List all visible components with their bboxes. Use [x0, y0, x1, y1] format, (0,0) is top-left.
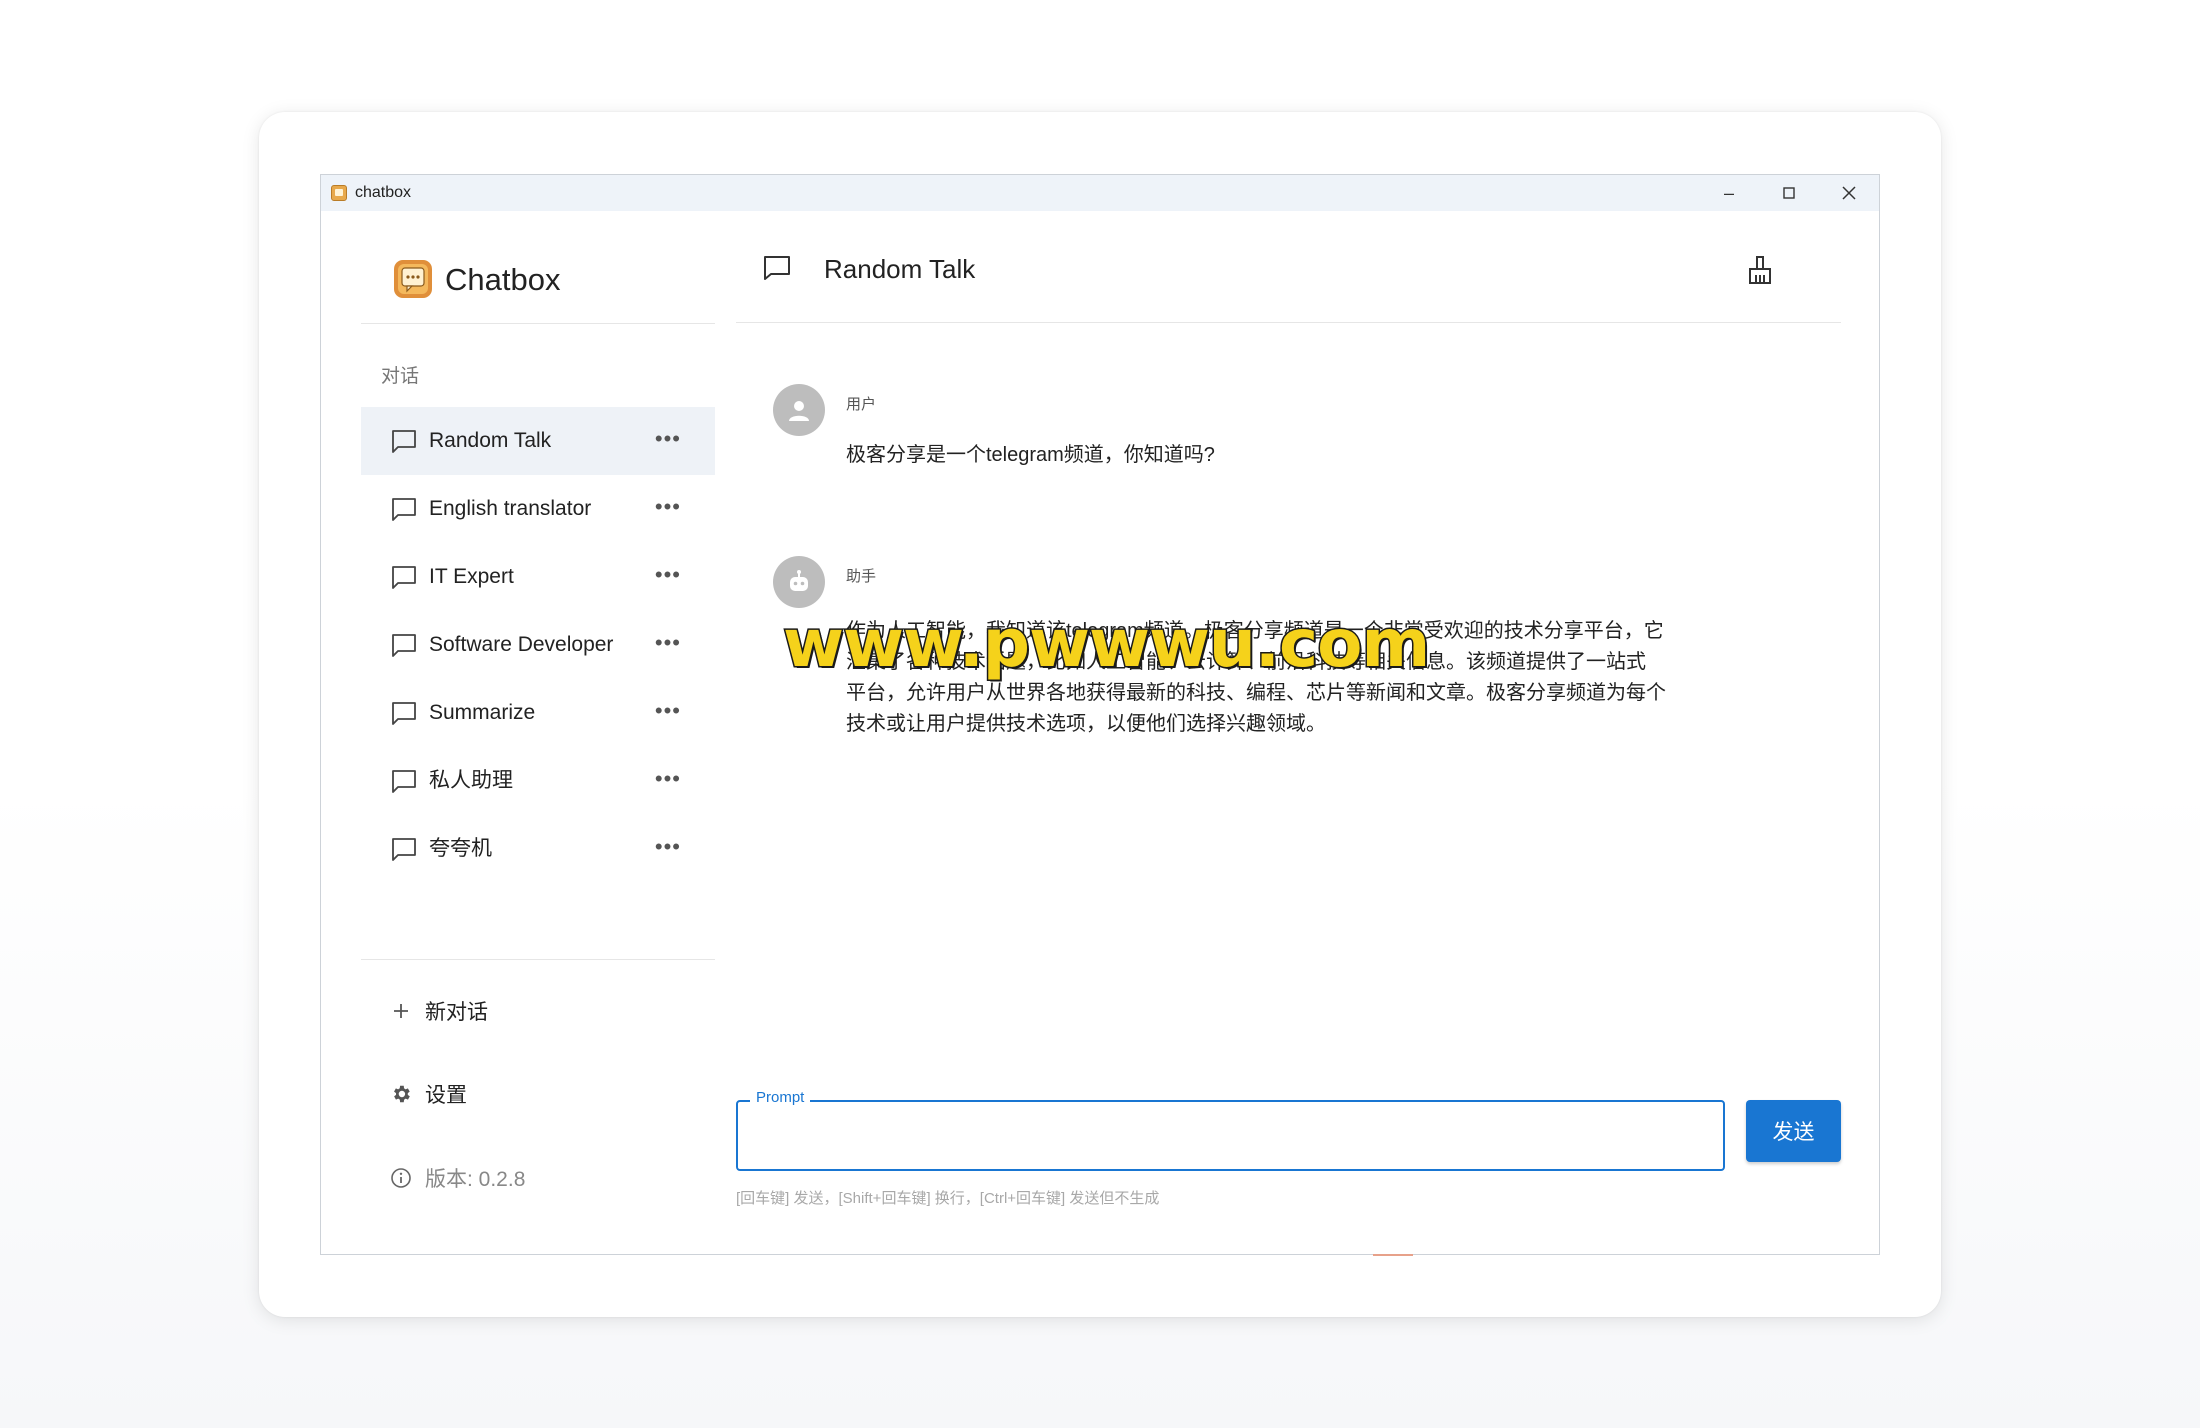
send-button[interactable]: 发送 — [1746, 1100, 1841, 1162]
keyboard-hint: [回车键] 发送，[Shift+回车键] 换行，[Ctrl+回车键] 发送但不生… — [736, 1190, 1160, 1207]
window-title: chatbox — [355, 184, 412, 201]
conversation-label: 夸夸机 — [429, 837, 492, 860]
conversation-item-random-talk[interactable]: Random Talk ••• — [361, 407, 715, 475]
close-button[interactable] — [1819, 175, 1879, 211]
conversation-label: Software Developer — [429, 633, 614, 656]
more-options-icon[interactable]: ••• — [655, 475, 681, 539]
chat-bubble-icon — [392, 430, 416, 453]
settings-button[interactable]: 设置 — [389, 1074, 467, 1114]
app-name: Chatbox — [445, 262, 561, 297]
more-options-icon[interactable]: ••• — [655, 815, 681, 879]
maximize-button[interactable] — [1759, 175, 1819, 211]
assistant-avatar — [773, 556, 825, 608]
more-options-icon[interactable]: ••• — [655, 407, 681, 471]
message-line: 平台，允许用户从世界各地获得最新的科技、编程、芯片等新闻和文章。极客分享频道为每… — [846, 682, 1666, 704]
version-info: 版本: 0.2.8 — [389, 1158, 525, 1198]
more-options-icon[interactable]: ••• — [655, 543, 681, 607]
chat-bubble-icon — [392, 838, 416, 861]
plus-icon — [389, 999, 413, 1023]
prompt-label: Prompt — [750, 1089, 811, 1106]
app-icon — [331, 185, 347, 201]
conversation-title: Random Talk — [824, 254, 976, 284]
message-role: 助手 — [846, 568, 877, 585]
settings-label: 设置 — [425, 1084, 467, 1107]
conversation-item-it-expert[interactable]: IT Expert ••• — [361, 543, 715, 611]
sidebar-divider — [361, 959, 715, 960]
scroll-indicator — [1373, 1254, 1413, 1256]
section-label: 对话 — [381, 366, 420, 387]
conversation-item-praise-bot[interactable]: 夸夸机 ••• — [361, 815, 715, 883]
message-role: 用户 — [846, 396, 877, 413]
broom-clean-icon[interactable] — [1746, 255, 1774, 285]
conversation-label: 私人助理 — [429, 769, 513, 792]
conversation-label: English translator — [429, 497, 592, 520]
sidebar-divider — [361, 323, 715, 324]
info-icon — [389, 1166, 413, 1190]
message-line: 技术或让用户提供技术选项，以便他们选择兴趣领域。 — [846, 713, 1326, 735]
watermark: www.pwwwu.com — [781, 604, 1431, 684]
more-options-icon[interactable]: ••• — [655, 747, 681, 811]
robot-icon — [790, 570, 808, 591]
person-icon — [789, 401, 809, 421]
chat-bubble-icon — [392, 634, 416, 657]
chat-bubble-icon — [392, 566, 416, 589]
prompt-field[interactable] — [736, 1100, 1725, 1171]
chat-bubble-icon — [392, 498, 416, 521]
chatbox-logo-icon — [394, 260, 432, 298]
chat-bubble-icon — [764, 256, 790, 280]
new-chat-button[interactable]: 新对话 — [389, 991, 488, 1031]
gear-icon — [389, 1082, 413, 1106]
minimize-button[interactable]: – — [1699, 175, 1759, 211]
user-avatar — [773, 384, 825, 436]
conversation-item-summarize[interactable]: Summarize ••• — [361, 679, 715, 747]
more-options-icon[interactable]: ••• — [655, 611, 681, 675]
conversation-item-english-translator[interactable]: English translator ••• — [361, 475, 715, 543]
conversation-list: Random Talk ••• English translator ••• I… — [361, 407, 715, 883]
prompt-input[interactable] — [738, 1102, 1723, 1169]
message-text: 极客分享是一个telegram频道，你知道吗? — [846, 444, 1215, 466]
header-divider — [736, 322, 1841, 323]
chat-bubble-icon — [392, 770, 416, 793]
conversation-item-personal-assistant[interactable]: 私人助理 ••• — [361, 747, 715, 815]
title-bar: chatbox – — [321, 175, 1879, 211]
version-label: 版本: 0.2.8 — [425, 1168, 526, 1191]
more-options-icon[interactable]: ••• — [655, 679, 681, 743]
new-chat-label: 新对话 — [425, 1001, 488, 1024]
conversation-label: Random Talk — [429, 429, 552, 452]
app-window: chatbox – Chatbox 对话 Random Talk ••• Eng… — [320, 174, 1880, 1256]
chat-bubble-icon — [392, 702, 416, 725]
conversation-item-software-developer[interactable]: Software Developer ••• — [361, 611, 715, 679]
conversation-label: Summarize — [429, 701, 536, 724]
conversation-label: IT Expert — [429, 565, 514, 588]
